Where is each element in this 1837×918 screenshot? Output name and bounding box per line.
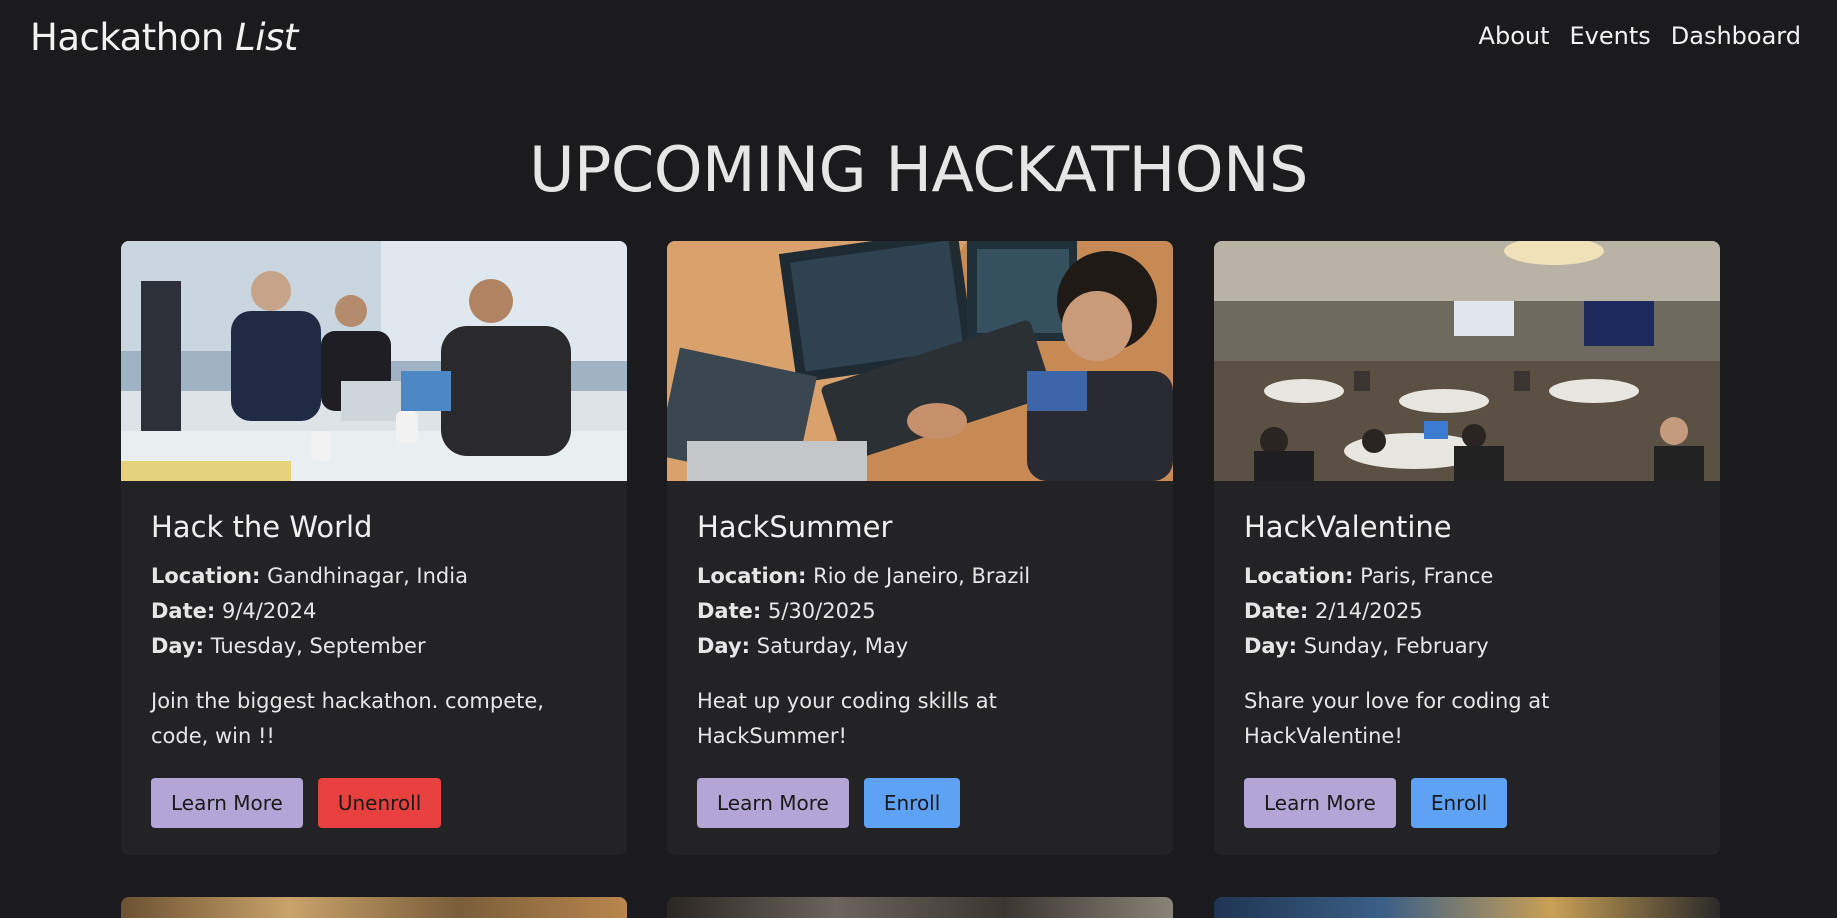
brand-main: Hackathon xyxy=(30,16,224,59)
card-actions: Learn More Enroll xyxy=(697,778,1143,828)
event-card: HackValentine Location: Paris, France Da… xyxy=(1214,241,1720,855)
date-label: Date: xyxy=(1244,599,1309,623)
event-location: Location: Gandhinagar, India xyxy=(151,559,597,594)
day-value: Tuesday, September xyxy=(210,634,426,658)
event-card-partial xyxy=(121,897,627,918)
event-image xyxy=(1214,897,1720,918)
event-description: Join the biggest hackathon. compete, cod… xyxy=(151,689,544,748)
enroll-button[interactable]: Enroll xyxy=(1410,778,1508,828)
event-title: Hack the World xyxy=(151,510,373,544)
card-actions: Learn More Unenroll xyxy=(151,778,597,828)
location-value: Paris, France xyxy=(1360,564,1494,588)
nav-link-dashboard[interactable]: Dashboard xyxy=(1671,22,1801,50)
date-value: 5/30/2025 xyxy=(767,599,876,623)
event-description: Heat up your coding skills at HackSummer… xyxy=(697,689,997,748)
nav-link-about[interactable]: About xyxy=(1479,22,1550,50)
event-card: Hack the World Location: Gandhinagar, In… xyxy=(121,241,627,855)
day-value: Sunday, February xyxy=(1303,634,1489,658)
event-title: HackSummer xyxy=(697,510,893,544)
event-date: Date: 9/4/2024 xyxy=(151,594,597,629)
card-body: Hack the World Location: Gandhinagar, In… xyxy=(151,509,597,828)
navbar: Hackathon List About Events Dashboard xyxy=(0,0,1837,78)
event-image xyxy=(121,897,627,918)
card-body: HackValentine Location: Paris, France Da… xyxy=(1244,509,1690,828)
event-card-partial xyxy=(1214,897,1720,918)
page-title: UPCOMING HACKATHONS xyxy=(529,133,1308,206)
location-label: Location: xyxy=(1244,564,1354,588)
day-value: Saturday, May xyxy=(756,634,909,658)
day-label: Day: xyxy=(1244,634,1298,658)
date-value: 9/4/2024 xyxy=(221,599,317,623)
event-date: Date: 2/14/2025 xyxy=(1244,594,1690,629)
date-value: 2/14/2025 xyxy=(1314,599,1423,623)
learn-more-button[interactable]: Learn More xyxy=(151,778,303,828)
date-label: Date: xyxy=(151,599,216,623)
date-label: Date: xyxy=(697,599,762,623)
day-label: Day: xyxy=(697,634,751,658)
event-image xyxy=(667,897,1173,918)
brand-italic: List xyxy=(235,16,298,59)
day-label: Day: xyxy=(151,634,205,658)
event-date: Date: 5/30/2025 xyxy=(697,594,1143,629)
event-card-partial xyxy=(667,897,1173,918)
learn-more-button[interactable]: Learn More xyxy=(1244,778,1396,828)
event-card: HackSummer Location: Rio de Janeiro, Bra… xyxy=(667,241,1173,855)
brand-logo[interactable]: Hackathon List xyxy=(30,16,298,59)
nav-links: About Events Dashboard xyxy=(1479,22,1801,50)
event-day: Day: Tuesday, September xyxy=(151,629,597,664)
event-image xyxy=(121,241,627,481)
event-location: Location: Rio de Janeiro, Brazil xyxy=(697,559,1143,594)
location-label: Location: xyxy=(151,564,261,588)
location-value: Rio de Janeiro, Brazil xyxy=(813,564,1031,588)
unenroll-button[interactable]: Unenroll xyxy=(317,778,442,828)
event-day: Day: Sunday, February xyxy=(1244,629,1690,664)
enroll-button[interactable]: Enroll xyxy=(863,778,961,828)
card-body: HackSummer Location: Rio de Janeiro, Bra… xyxy=(697,509,1143,828)
location-value: Gandhinagar, India xyxy=(267,564,468,588)
learn-more-button[interactable]: Learn More xyxy=(697,778,849,828)
card-actions: Learn More Enroll xyxy=(1244,778,1690,828)
event-image xyxy=(1214,241,1720,481)
location-label: Location: xyxy=(697,564,807,588)
nav-link-events[interactable]: Events xyxy=(1570,22,1651,50)
event-day: Day: Saturday, May xyxy=(697,629,1143,664)
event-title: HackValentine xyxy=(1244,510,1452,544)
event-image xyxy=(667,241,1173,481)
event-location: Location: Paris, France xyxy=(1244,559,1690,594)
event-description: Share your love for coding at HackValent… xyxy=(1244,689,1550,748)
